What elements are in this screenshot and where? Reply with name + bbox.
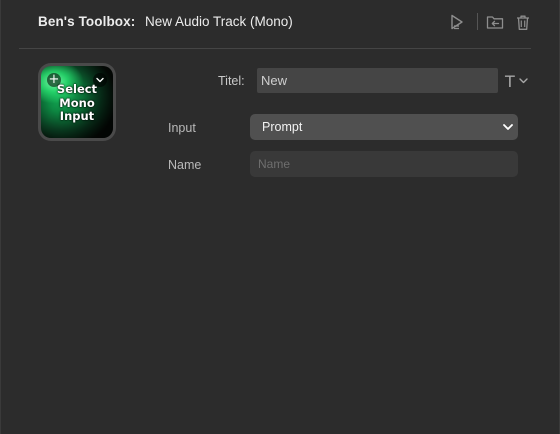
name-input[interactable]: Name xyxy=(250,151,518,177)
action-title: New Audio Track (Mono) xyxy=(145,14,293,29)
header-divider xyxy=(19,48,531,49)
plugin-window: Ben's Toolbox: New Audio Track (Mono) + … xyxy=(0,0,560,434)
title-style-button[interactable]: T xyxy=(505,70,533,92)
key-title-label: Select Mono Input xyxy=(56,82,98,123)
text-style-icon: T xyxy=(505,71,515,91)
play-action-icon[interactable] xyxy=(446,11,468,33)
titel-label: Titel: xyxy=(218,74,245,88)
header-separator xyxy=(477,13,478,30)
key-image: + Select Mono Input xyxy=(41,66,113,138)
header: Ben's Toolbox: New Audio Track (Mono) xyxy=(1,0,560,46)
key-button-tile[interactable]: + Select Mono Input xyxy=(38,63,116,141)
trash-icon[interactable] xyxy=(512,11,534,33)
chevron-down-icon[interactable] xyxy=(93,73,107,87)
app-title: Ben's Toolbox: xyxy=(38,14,136,29)
chevron-down-icon xyxy=(503,124,513,130)
titel-input[interactable]: New xyxy=(257,68,498,93)
plus-icon[interactable]: + xyxy=(47,73,61,87)
chevron-down-icon xyxy=(519,78,528,84)
name-label: Name xyxy=(168,158,202,172)
folder-back-icon[interactable] xyxy=(484,11,506,33)
input-label: Input xyxy=(168,121,196,135)
input-select-value: Prompt xyxy=(262,120,303,134)
input-select[interactable]: Prompt xyxy=(250,114,518,140)
